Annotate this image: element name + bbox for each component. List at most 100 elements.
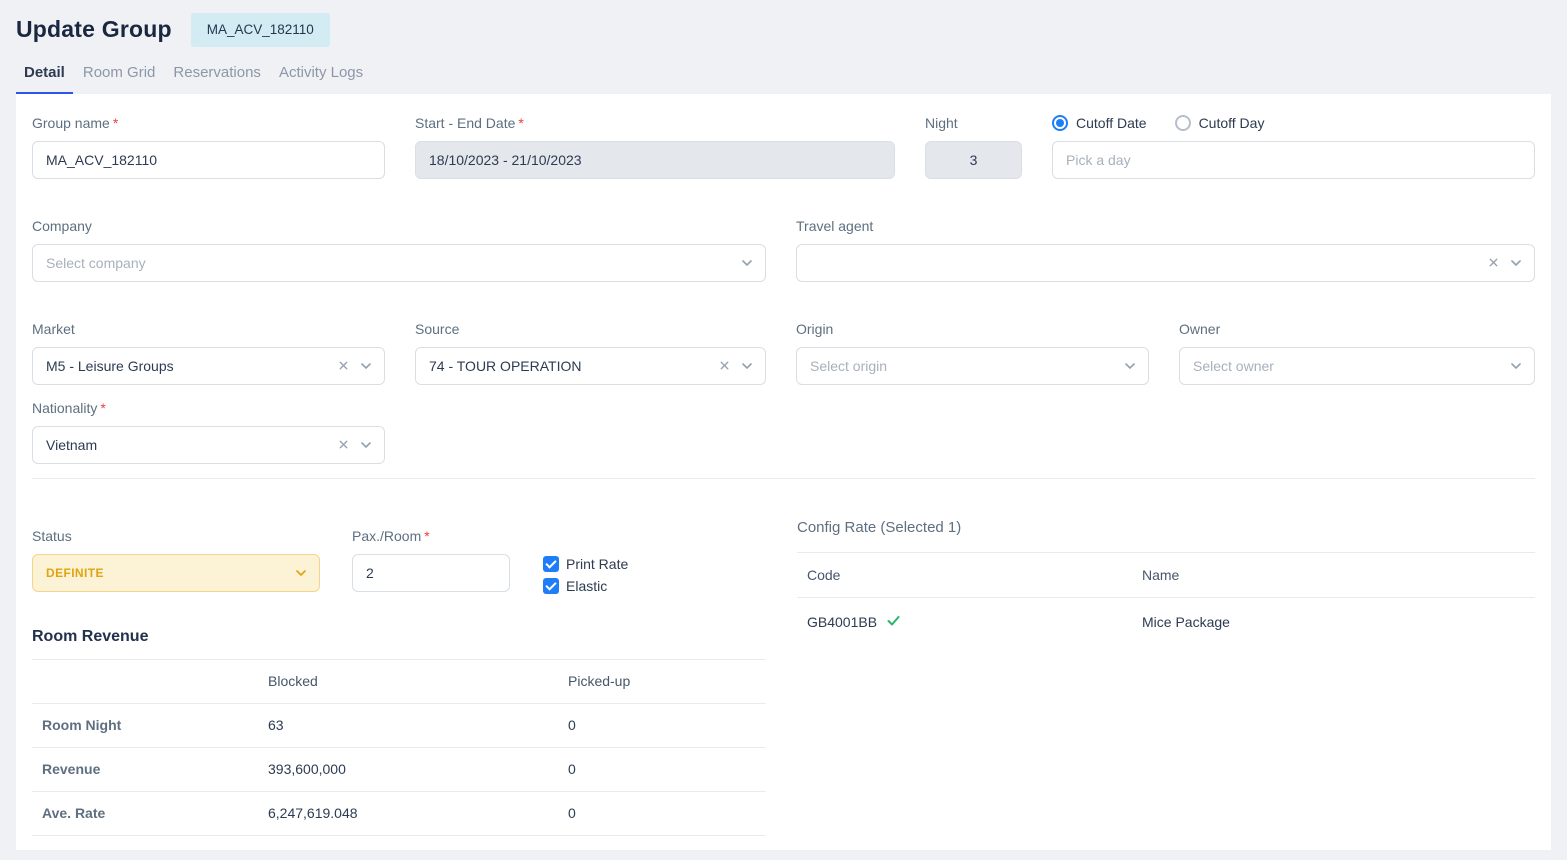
select-value: M5 - Leisure Groups [46, 358, 328, 374]
label-text: Origin [796, 321, 833, 337]
select-value: DEFINITE [46, 566, 285, 580]
select-placeholder: Select company [46, 255, 731, 271]
section-divider [32, 478, 1535, 479]
group-name-label: Group name* [32, 114, 385, 133]
origin-label: Origin [796, 320, 1149, 339]
code-cell-wrap: GB4001BB [797, 597, 1132, 646]
date-range-field: Start - End Date* [415, 114, 895, 179]
config-rate-header-row: Code Name [797, 553, 1535, 598]
page-header: Update Group MA_ACV_182110 [0, 0, 1567, 47]
chevron-down-icon[interactable] [359, 438, 373, 452]
company-select[interactable]: Select company [32, 244, 766, 282]
form-row-2: Company Select company Travel agent [32, 217, 1535, 282]
tab-detail[interactable]: Detail [16, 56, 73, 94]
blocked-value: 63 [258, 703, 558, 747]
travel-agent-label: Travel agent [796, 217, 1535, 236]
cutoff-date-radio[interactable]: Cutoff Date [1052, 115, 1147, 131]
market-select[interactable]: M5 - Leisure Groups [32, 347, 385, 385]
chevron-down-icon[interactable] [294, 566, 308, 580]
chevron-down-icon[interactable] [740, 359, 754, 373]
chevron-down-icon[interactable] [1509, 359, 1523, 373]
select-value: 74 - TOUR OPERATION [429, 358, 709, 374]
required-asterisk: * [100, 400, 105, 416]
room-revenue-header-row: Blocked Picked-up [32, 659, 766, 703]
cutoff-day-picker-input[interactable] [1052, 141, 1535, 179]
clear-icon[interactable] [337, 359, 350, 372]
origin-select[interactable]: Select origin [796, 347, 1149, 385]
select-value: Vietnam [46, 437, 328, 453]
name-header: Name [1132, 553, 1535, 598]
owner-field: Owner Select owner [1179, 320, 1535, 385]
travel-agent-select[interactable] [796, 244, 1535, 282]
radio-unselected-icon[interactable] [1175, 115, 1191, 131]
cutoff-field: Cutoff Date Cutoff Day [1052, 114, 1535, 179]
config-rate-panel: Config Rate (Selected 1) Code Name GB400… [797, 519, 1535, 646]
form-row-1: Group name* Start - End Date* Night Cuto… [32, 114, 1535, 179]
source-field: Source 74 - TOUR OPERATION [415, 320, 766, 385]
config-rate-title: Config Rate (Selected 1) [797, 519, 1535, 553]
tab-bar: Detail Room Grid Reservations Activity L… [0, 56, 1567, 94]
group-name-input[interactable] [32, 141, 385, 179]
cutoff-day-label: Cutoff Day [1199, 115, 1265, 131]
company-label: Company [32, 217, 766, 236]
tab-room-grid[interactable]: Room Grid [75, 56, 164, 94]
checkbox-checked-icon[interactable] [543, 556, 559, 572]
lower-section: Status DEFINITE Pax./Room* [32, 519, 1535, 836]
cutoff-day-radio[interactable]: Cutoff Day [1175, 115, 1265, 131]
empty-header-cell [32, 659, 258, 703]
checkbox-checked-icon[interactable] [543, 578, 559, 594]
company-field: Company Select company [32, 217, 766, 282]
label-text: Pax./Room [352, 528, 421, 544]
chevron-down-icon[interactable] [740, 256, 754, 270]
label-text: Start - End Date [415, 115, 515, 131]
radio-selected-icon[interactable] [1052, 115, 1068, 131]
picked-up-value: 0 [558, 747, 766, 791]
print-rate-checkbox[interactable]: Print Rate [543, 556, 628, 572]
chevron-down-icon[interactable] [359, 359, 373, 373]
pax-room-input[interactable] [352, 554, 510, 592]
detail-form-card: Group name* Start - End Date* Night Cuto… [16, 94, 1551, 850]
status-field: Status DEFINITE [32, 527, 320, 592]
group-name-field: Group name* [32, 114, 385, 179]
row-label: Revenue [32, 747, 258, 791]
select-placeholder: Select owner [1193, 358, 1500, 374]
row-label: Room Night [32, 703, 258, 747]
group-code-badge: MA_ACV_182110 [191, 13, 330, 47]
lower-left-column: Status DEFINITE Pax./Room* [32, 519, 766, 836]
cutoff-radio-group: Cutoff Date Cutoff Day [1052, 114, 1535, 133]
rate-options: Print Rate Elastic [543, 527, 628, 594]
config-rate-row[interactable]: GB4001BB Mice Package [797, 597, 1535, 646]
blocked-value: 6,247,619.048 [258, 791, 558, 835]
elastic-label: Elastic [566, 578, 607, 594]
source-select[interactable]: 74 - TOUR OPERATION [415, 347, 766, 385]
date-range-label: Start - End Date* [415, 114, 895, 133]
owner-select[interactable]: Select owner [1179, 347, 1535, 385]
tab-activity-logs[interactable]: Activity Logs [271, 56, 371, 94]
night-input [925, 141, 1022, 179]
nationality-field: Nationality* Vietnam [32, 399, 385, 464]
form-row-4: Nationality* Vietnam [32, 399, 1535, 464]
chevron-down-icon[interactable] [1509, 256, 1523, 270]
picked-up-value: 0 [558, 791, 766, 835]
clear-icon[interactable] [1487, 256, 1500, 269]
print-rate-label: Print Rate [566, 556, 628, 572]
tab-reservations[interactable]: Reservations [165, 56, 269, 94]
page-title: Update Group [16, 16, 172, 43]
elastic-checkbox[interactable]: Elastic [543, 578, 628, 594]
cutoff-date-label: Cutoff Date [1076, 115, 1147, 131]
status-select[interactable]: DEFINITE [32, 554, 320, 592]
chevron-down-icon[interactable] [1123, 359, 1137, 373]
clear-icon[interactable] [337, 438, 350, 451]
status-row: Status DEFINITE Pax./Room* [32, 527, 766, 594]
code-header: Code [797, 553, 1132, 598]
selected-check-icon [886, 613, 901, 631]
label-text: Status [32, 528, 72, 544]
label-text: Travel agent [796, 218, 873, 234]
table-row-revenue: Revenue 393,600,000 0 [32, 747, 766, 791]
origin-field: Origin Select origin [796, 320, 1149, 385]
nationality-select[interactable]: Vietnam [32, 426, 385, 464]
nationality-label: Nationality* [32, 399, 385, 418]
clear-icon[interactable] [718, 359, 731, 372]
config-rate-table: Code Name GB4001BB [797, 553, 1535, 646]
required-asterisk: * [518, 115, 523, 131]
